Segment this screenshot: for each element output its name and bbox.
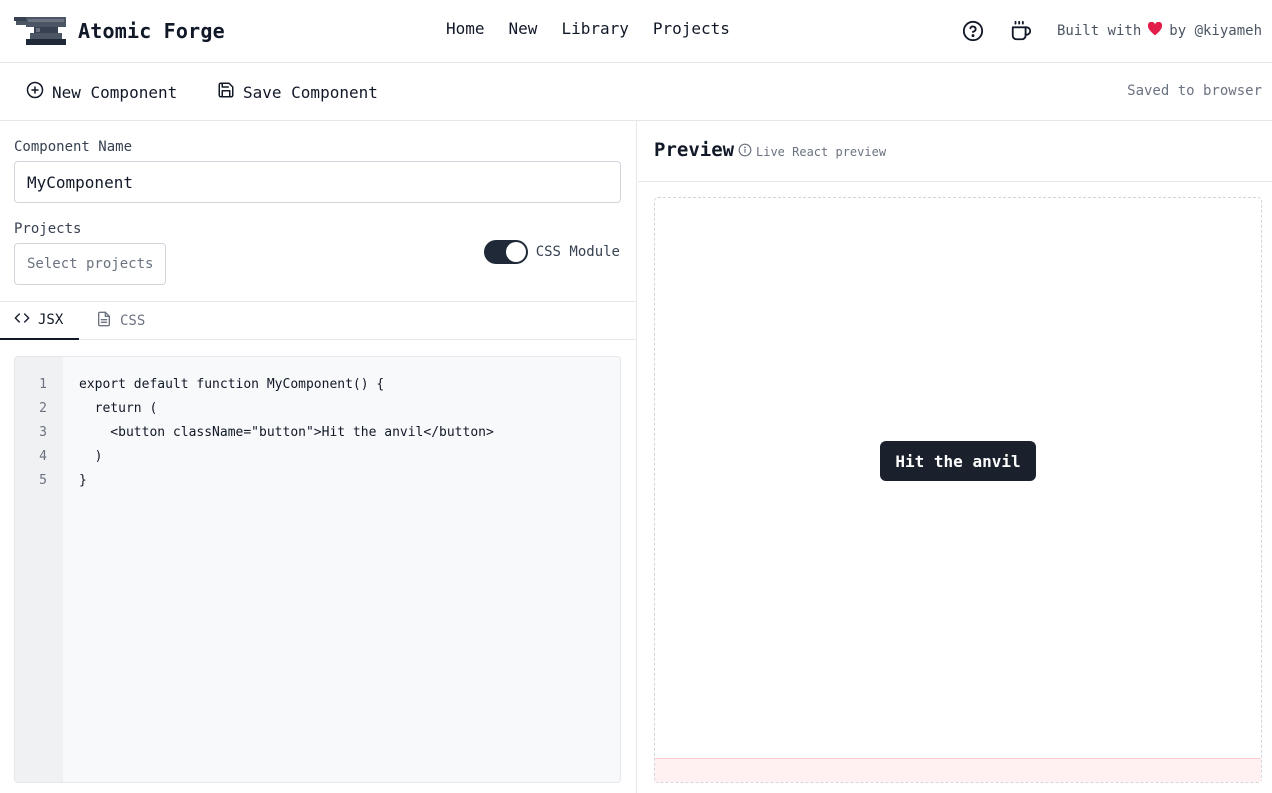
- component-name-input[interactable]: [14, 161, 621, 203]
- nav-projects-link[interactable]: Projects: [653, 19, 730, 38]
- projects-label: Projects: [14, 221, 82, 237]
- css-module-toggle[interactable]: [483, 240, 528, 264]
- code-editor[interactable]: 1 2 3 4 5 export default function MyComp…: [14, 356, 621, 783]
- brand-title: Atomic Forge: [78, 19, 225, 43]
- css-module-label: CSS Module: [535, 244, 620, 260]
- anvil-icon: [14, 15, 68, 47]
- line-number: 2: [39, 401, 47, 416]
- projects-select[interactable]: Select projects: [14, 243, 166, 285]
- preview-panel: Preview Live React preview Hit the anvil: [638, 121, 1272, 793]
- preview-title: Preview: [654, 139, 735, 161]
- plus-circle-icon: [26, 81, 52, 103]
- new-component-label: New Component: [52, 82, 178, 102]
- tab-css-label: CSS: [120, 313, 146, 329]
- preview-subtitle-text: Live React preview: [756, 144, 887, 159]
- preview-subtitle: Live React preview: [738, 143, 886, 160]
- file-text-icon: [96, 311, 120, 331]
- save-component-button[interactable]: Save Component: [217, 80, 378, 104]
- tab-jsx-label: JSX: [38, 312, 64, 328]
- tab-jsx[interactable]: JSX: [0, 302, 79, 340]
- saved-status: Saved to browser: [1127, 83, 1262, 99]
- built-with-credit: Built with by @kiyameh: [1056, 21, 1262, 40]
- new-component-button[interactable]: New Component: [26, 80, 177, 104]
- built-with-text: Built with: [1056, 23, 1142, 39]
- app-header: Atomic Forge Home New Library Projects B…: [0, 0, 1272, 63]
- editor-toolbar: New Component Save Component Saved to br…: [0, 63, 1272, 121]
- css-module-toggle-group: CSS Module: [483, 240, 620, 264]
- author-link[interactable]: by @kiyameh: [1169, 23, 1262, 39]
- brand[interactable]: Atomic Forge: [14, 14, 225, 48]
- save-component-label: Save Component: [243, 82, 378, 102]
- nav-library-link[interactable]: Library: [561, 19, 628, 38]
- code-line: export default function MyComponent() {: [79, 377, 385, 392]
- code-line: <button className="button">Hit the anvil…: [79, 425, 494, 440]
- help-circle-icon[interactable]: [961, 19, 985, 43]
- component-name-label: Component Name: [14, 139, 133, 155]
- toggle-knob: [505, 242, 526, 262]
- code-line: }: [79, 473, 87, 488]
- preview-header: Preview Live React preview: [638, 121, 1272, 182]
- tab-css[interactable]: CSS: [96, 302, 145, 340]
- line-number: 1: [39, 377, 47, 392]
- code-content[interactable]: export default function MyComponent() { …: [79, 373, 494, 493]
- save-icon: [217, 81, 243, 103]
- coffee-icon[interactable]: [1009, 19, 1033, 43]
- heart-icon: [1147, 21, 1163, 40]
- preview-stage: Hit the anvil: [654, 197, 1262, 783]
- nav-home-link[interactable]: Home: [446, 19, 485, 38]
- code-line: return (: [79, 401, 158, 416]
- code-line: ): [79, 449, 103, 464]
- info-icon: [738, 143, 756, 160]
- hit-the-anvil-button[interactable]: Hit the anvil: [880, 441, 1036, 481]
- code-icon: [14, 310, 38, 330]
- preview-error-bar: [655, 758, 1261, 782]
- line-number-gutter: 1 2 3 4 5: [15, 357, 63, 782]
- nav-new-link[interactable]: New: [509, 19, 538, 38]
- editor-panel: Component Name Projects Select projects …: [0, 121, 637, 793]
- main-nav: Home New Library Projects: [446, 19, 754, 38]
- line-number: 3: [39, 425, 47, 440]
- header-right: Built with by @kiyameh: [961, 17, 1262, 45]
- line-number: 5: [39, 473, 47, 488]
- code-tabs: JSX CSS: [0, 301, 636, 340]
- line-number: 4: [39, 449, 47, 464]
